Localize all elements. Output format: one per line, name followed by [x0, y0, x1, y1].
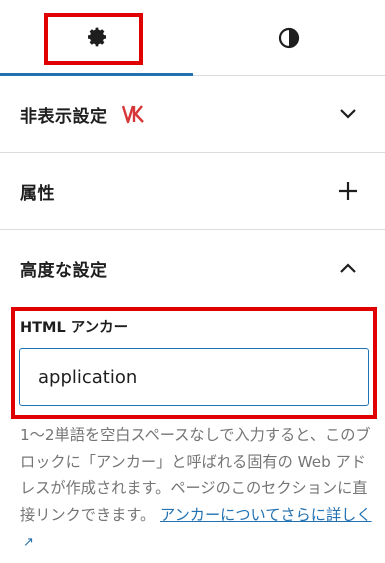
panel-title: 非表示設定 — [20, 106, 108, 127]
chevron-down-icon[interactable] — [337, 103, 359, 125]
html-anchor-input[interactable] — [19, 348, 369, 406]
panel-advanced-header[interactable]: 高度な設定 — [0, 230, 385, 306]
panel-attributes-header[interactable]: 属性 — [0, 153, 385, 229]
panel-attributes: 属性 — [0, 153, 385, 230]
panel-title: 高度な設定 — [20, 260, 108, 281]
html-anchor-label: HTML アンカー — [20, 320, 129, 336]
panel-hide-settings: 非表示設定 — [0, 76, 385, 153]
vk-badge-icon — [121, 104, 146, 124]
learn-more-anchor-link[interactable]: アンカーについてさらに詳しく — [160, 506, 372, 524]
highlight-box-settings-tab — [44, 13, 143, 65]
html-anchor-help: 1〜2単語を空白スペースなしで入力すると、このブロックに「アンカー」と呼ばれる固… — [20, 422, 372, 557]
chevron-up-icon[interactable] — [337, 257, 359, 279]
plus-icon[interactable] — [337, 180, 359, 202]
sidebar-tabs — [0, 0, 385, 76]
panel-hide-settings-header[interactable]: 非表示設定 — [0, 76, 385, 152]
half-contrast-icon — [278, 27, 300, 49]
panel-title: 属性 — [20, 183, 55, 204]
tab-block-styles[interactable] — [193, 0, 385, 76]
external-link-icon: ↗ — [23, 535, 34, 550]
